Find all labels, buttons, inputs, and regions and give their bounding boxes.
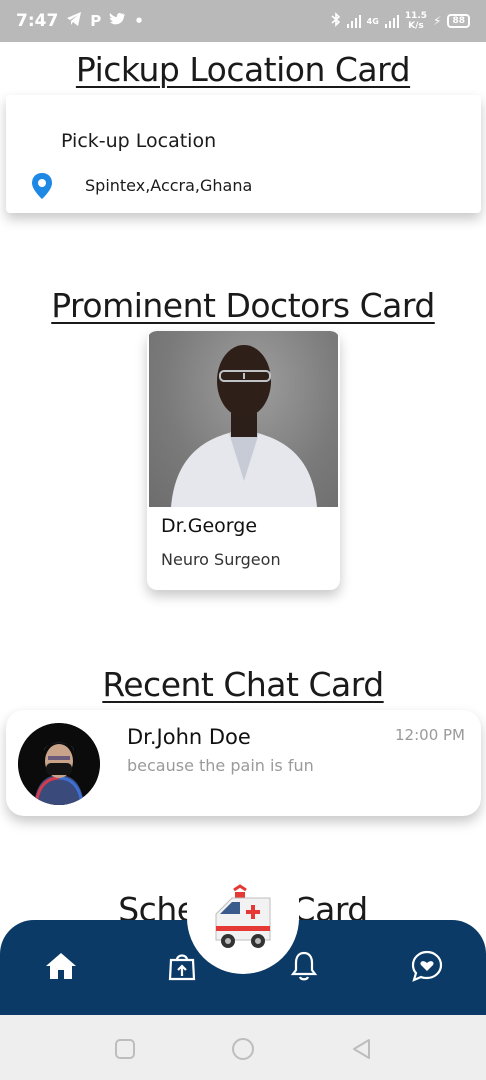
pickup-label: Pick-up Location [61,130,217,152]
pickup-value: Spintex,Accra,Ghana [85,176,253,195]
signal-icon-2 [384,14,399,28]
recent-chat-card[interactable]: Dr.John Doe because the pain is fun 12:0… [6,710,481,816]
status-left-icons: P • [66,12,144,30]
home-icon[interactable] [43,948,79,984]
recents-square-icon[interactable] [113,1037,137,1061]
p-icon: P [90,12,102,30]
ambulance-icon[interactable] [208,884,280,954]
chat-time: 12:00 PM [395,726,465,744]
pickup-section-title: Pickup Location Card [75,50,411,89]
pickup-location-card[interactable]: Pick-up Location Spintex,Accra,Ghana [6,95,481,213]
doctor-photo [149,331,338,507]
doctor-card[interactable]: Dr.George Neuro Surgeon [147,331,340,590]
system-nav-bar [0,1015,486,1080]
charging-icon: ⚡ [433,14,442,28]
back-triangle-icon[interactable] [350,1037,374,1061]
bluetooth-icon [331,12,341,30]
telegram-icon [66,12,82,30]
twitter-icon [109,12,126,30]
doctors-section-title: Prominent Doctors Card [51,286,435,325]
speed-unit: K/s [408,21,424,31]
dot-icon: • [134,12,144,30]
network-type: 4G [366,16,379,26]
signal-icon [346,14,361,28]
status-bar: 7:47 P • 4G 11.5 K/s ⚡ 88 [0,0,486,42]
chat-section-title: Recent Chat Card [102,665,384,704]
doctor-role: Neuro Surgeon [161,550,281,569]
home-circle-icon[interactable] [231,1037,255,1061]
shopping-bag-upload-icon[interactable] [164,948,200,984]
chat-message: because the pain is fun [127,756,314,775]
avatar [18,723,100,805]
status-right: 4G 11.5 K/s ⚡ 88 [331,0,470,42]
network-speed: 11.5 K/s [405,11,427,31]
battery-indicator: 88 [447,14,470,28]
doctor-name: Dr.George [161,515,258,537]
chat-name: Dr.John Doe [127,725,251,749]
chat-heart-icon[interactable] [409,948,445,984]
speed-value: 11.5 [404,11,428,21]
bell-icon[interactable] [286,948,322,984]
status-time: 7:47 [16,11,59,31]
location-pin-icon [31,172,53,200]
